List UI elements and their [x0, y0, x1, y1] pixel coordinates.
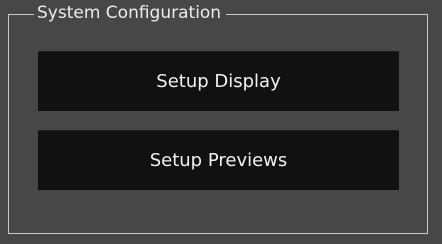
setup-previews-button[interactable]: Setup Previews	[38, 130, 399, 190]
system-configuration-panel: System Configuration Setup Display Setup…	[0, 0, 442, 244]
system-configuration-group	[8, 14, 428, 234]
setup-display-button[interactable]: Setup Display	[38, 51, 399, 111]
group-title: System Configuration	[34, 2, 227, 24]
